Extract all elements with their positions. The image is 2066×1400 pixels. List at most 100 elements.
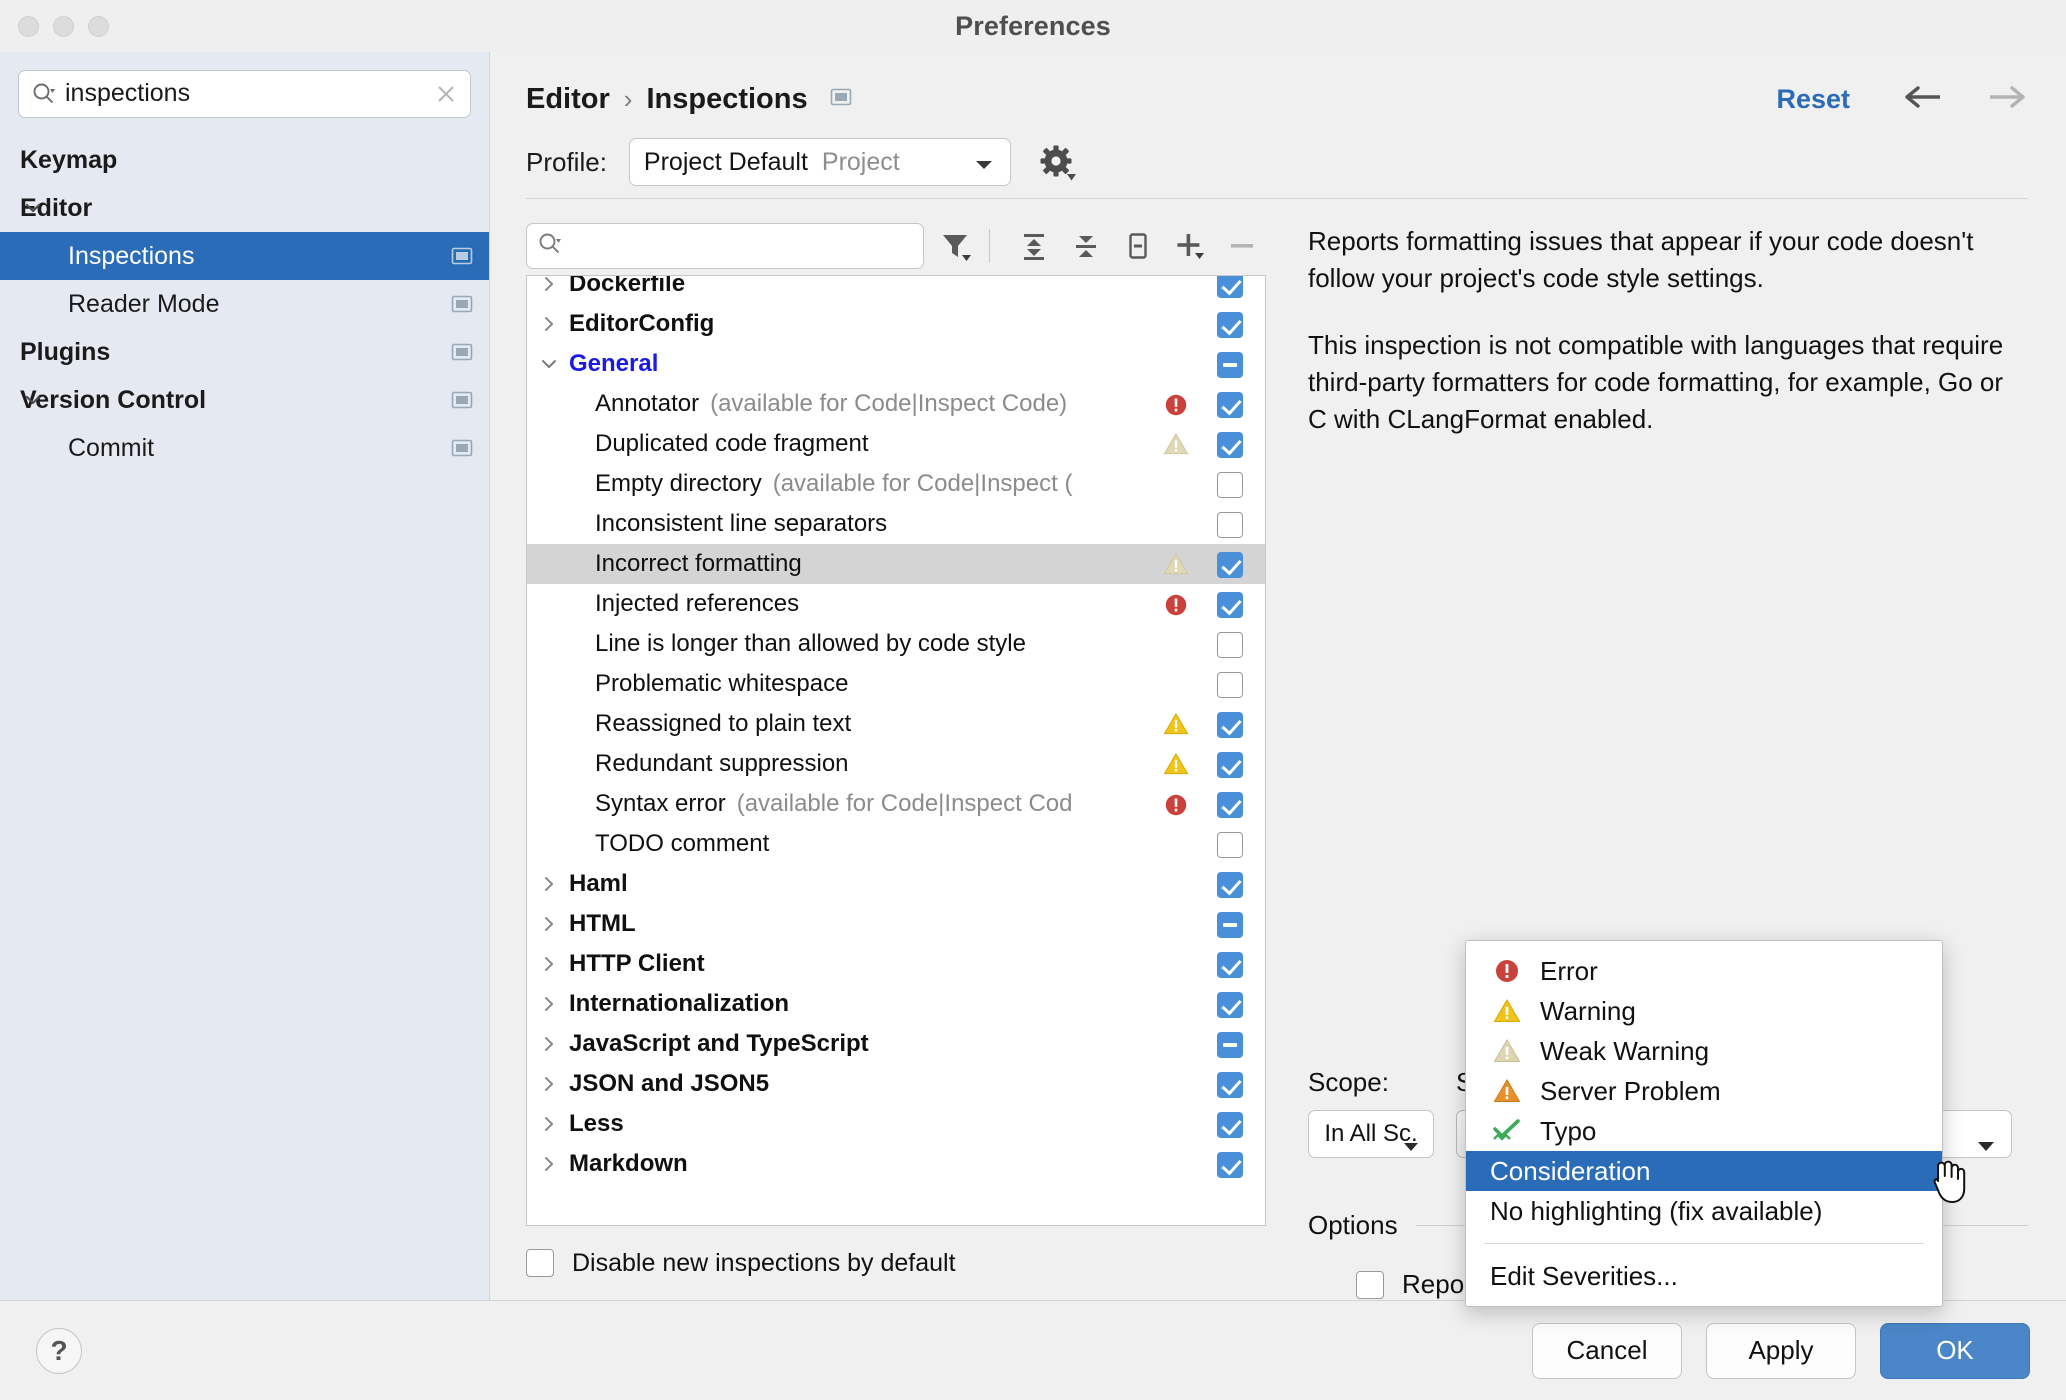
- tree-row[interactable]: Problematic whitespace: [527, 664, 1265, 704]
- inspection-search-input[interactable]: [526, 223, 924, 269]
- tree-row[interactable]: JavaScript and TypeScript: [527, 1024, 1265, 1064]
- chevron-down-icon[interactable]: [22, 197, 44, 219]
- tree-row-checkbox[interactable]: [1217, 552, 1243, 578]
- tree-row-checkbox[interactable]: [1217, 472, 1243, 498]
- chevron-right-icon[interactable]: [539, 275, 559, 294]
- tree-row[interactable]: Less: [527, 1104, 1265, 1144]
- sidebar-search-box[interactable]: inspections: [18, 70, 471, 118]
- tree-row[interactable]: General: [527, 344, 1265, 384]
- chevron-right-icon[interactable]: [539, 314, 559, 334]
- chevron-right-icon[interactable]: [539, 1034, 559, 1054]
- collapse-all-icon[interactable]: [1065, 225, 1107, 267]
- toolbar-separator: [989, 229, 990, 263]
- menu-separator: [1484, 1243, 1924, 1244]
- forward-arrow-icon[interactable]: [1984, 84, 2028, 115]
- chevron-down-icon[interactable]: [539, 354, 559, 374]
- tree-row[interactable]: Haml: [527, 864, 1265, 904]
- tree-row-checkbox[interactable]: [1217, 1152, 1243, 1178]
- menu-item-edit-severities[interactable]: Edit Severities...: [1466, 1256, 1942, 1296]
- tree-row-checkbox[interactable]: [1217, 832, 1243, 858]
- tree-row-checkbox[interactable]: [1217, 712, 1243, 738]
- tree-row-checkbox[interactable]: [1217, 992, 1243, 1018]
- menu-item-server-problem[interactable]: Server Problem: [1466, 1071, 1942, 1111]
- tree-row-checkbox[interactable]: [1217, 752, 1243, 778]
- sidebar-item-plugins[interactable]: Plugins: [0, 328, 489, 376]
- tree-row[interactable]: Inconsistent line separators: [527, 504, 1265, 544]
- menu-item-typo[interactable]: Typo: [1466, 1111, 1942, 1151]
- tree-row[interactable]: Redundant suppression: [527, 744, 1265, 784]
- profile-select[interactable]: Project Default Project: [629, 138, 1011, 186]
- tree-row-checkbox[interactable]: [1217, 1032, 1243, 1058]
- tree-row-checkbox[interactable]: [1217, 312, 1243, 338]
- tree-row-checkbox[interactable]: [1217, 1072, 1243, 1098]
- tree-row-checkbox[interactable]: [1217, 432, 1243, 458]
- sidebar-item-editor[interactable]: Editor: [0, 184, 489, 232]
- add-icon[interactable]: [1169, 225, 1211, 267]
- sidebar-item-reader-mode[interactable]: Reader Mode: [0, 280, 489, 328]
- menu-item-consideration[interactable]: Consideration: [1466, 1151, 1942, 1191]
- tree-row-checkbox[interactable]: [1217, 952, 1243, 978]
- tree-row[interactable]: Annotator(available for Code|Inspect Cod…: [527, 384, 1265, 424]
- tree-row[interactable]: Duplicated code fragment: [527, 424, 1265, 464]
- inspections-tree[interactable]: DockerfileEditorConfigGeneralAnnotator(a…: [526, 275, 1266, 1226]
- tree-row[interactable]: Line is longer than allowed by code styl…: [527, 624, 1265, 664]
- ok-button[interactable]: OK: [1880, 1323, 2030, 1379]
- chevron-right-icon[interactable]: [539, 1074, 559, 1094]
- chevron-down-icon[interactable]: [22, 389, 44, 411]
- sidebar-item-commit[interactable]: Commit: [0, 424, 489, 472]
- remove-icon[interactable]: [1221, 225, 1263, 267]
- tree-row-checkbox[interactable]: [1217, 275, 1243, 298]
- tree-row-checkbox[interactable]: [1217, 872, 1243, 898]
- sidebar-item-version-control[interactable]: Version Control: [0, 376, 489, 424]
- tree-row[interactable]: Injected references: [527, 584, 1265, 624]
- sidebar-item-inspections[interactable]: Inspections: [0, 232, 489, 280]
- tree-row[interactable]: Empty directory(available for Code|Inspe…: [527, 464, 1265, 504]
- tree-row-checkbox[interactable]: [1217, 912, 1243, 938]
- gear-icon[interactable]: [1037, 142, 1077, 182]
- tree-row-checkbox[interactable]: [1217, 672, 1243, 698]
- tree-row-checkbox[interactable]: [1217, 1112, 1243, 1138]
- tree-row-checkbox[interactable]: [1217, 352, 1243, 378]
- severity-dropdown-menu[interactable]: Error Warning: [1465, 940, 1943, 1307]
- help-button[interactable]: ?: [36, 1328, 82, 1374]
- menu-item-weak-warning[interactable]: Weak Warning: [1466, 1031, 1942, 1071]
- tree-row-checkbox[interactable]: [1217, 512, 1243, 538]
- clear-search-icon[interactable]: [434, 82, 458, 106]
- tree-row[interactable]: JSON and JSON5: [527, 1064, 1265, 1104]
- apply-button[interactable]: Apply: [1706, 1323, 1856, 1379]
- tree-row[interactable]: TODO comment: [527, 824, 1265, 864]
- tree-scrollbar[interactable]: [1254, 278, 1263, 1223]
- menu-item-error[interactable]: Error: [1466, 951, 1942, 991]
- tree-row[interactable]: HTTP Client: [527, 944, 1265, 984]
- chevron-right-icon[interactable]: [539, 954, 559, 974]
- expand-all-icon[interactable]: [1013, 225, 1055, 267]
- scope-select[interactable]: In All Sc.: [1308, 1110, 1434, 1158]
- menu-item-warning[interactable]: Warning: [1466, 991, 1942, 1031]
- tree-row[interactable]: Internationalization: [527, 984, 1265, 1024]
- tree-row[interactable]: Dockerfile: [527, 275, 1265, 304]
- sidebar-item-keymap[interactable]: Keymap: [0, 136, 489, 184]
- tree-row[interactable]: Reassigned to plain text: [527, 704, 1265, 744]
- tree-row-checkbox[interactable]: [1217, 632, 1243, 658]
- chevron-right-icon[interactable]: [539, 914, 559, 934]
- back-arrow-icon[interactable]: [1902, 84, 1946, 115]
- tree-row[interactable]: Syntax error(available for Code|Inspect …: [527, 784, 1265, 824]
- chevron-right-icon[interactable]: [539, 874, 559, 894]
- reset-to-default-icon[interactable]: [1117, 225, 1159, 267]
- reset-button[interactable]: Reset: [1776, 84, 1850, 115]
- breadcrumb-root[interactable]: Editor: [526, 83, 610, 116]
- menu-item-no-highlighting[interactable]: No highlighting (fix available): [1466, 1191, 1942, 1231]
- cancel-button[interactable]: Cancel: [1532, 1323, 1682, 1379]
- disable-new-inspections-checkbox[interactable]: Disable new inspections by default: [526, 1226, 1266, 1300]
- tree-row-checkbox[interactable]: [1217, 792, 1243, 818]
- chevron-right-icon[interactable]: [539, 994, 559, 1014]
- tree-row-checkbox[interactable]: [1217, 392, 1243, 418]
- chevron-right-icon[interactable]: [539, 1114, 559, 1134]
- tree-row-checkbox[interactable]: [1217, 592, 1243, 618]
- tree-row[interactable]: Incorrect formatting: [527, 544, 1265, 584]
- tree-row[interactable]: Markdown: [527, 1144, 1265, 1184]
- tree-row[interactable]: EditorConfig: [527, 304, 1265, 344]
- tree-row[interactable]: HTML: [527, 904, 1265, 944]
- chevron-right-icon[interactable]: [539, 1154, 559, 1174]
- filter-icon[interactable]: [934, 225, 976, 267]
